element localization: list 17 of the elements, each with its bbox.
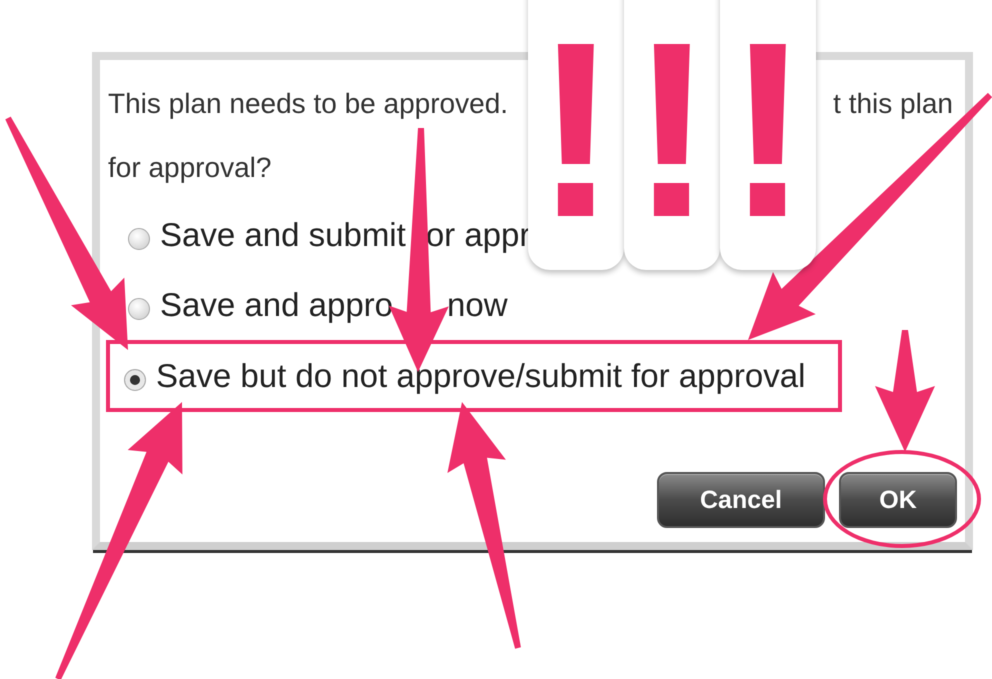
option-label[interactable]: Save and submit xyxy=(160,216,406,254)
radio-button[interactable] xyxy=(128,228,150,250)
message-text: This plan needs to be approved. xyxy=(108,88,508,120)
exclamation-sticker: ! xyxy=(720,0,816,270)
option-label[interactable]: now xyxy=(447,286,508,324)
radio-button[interactable] xyxy=(128,298,150,320)
option-label[interactable]: Save but do not approve/submit for approval xyxy=(156,357,806,395)
dialog-button[interactable]: OK xyxy=(839,472,957,528)
exclamation-sticker: ! xyxy=(624,0,720,270)
option-label[interactable]: Save and appro xyxy=(160,286,394,324)
dialog-button[interactable]: Cancel xyxy=(657,472,825,528)
option-label[interactable]: or appr xyxy=(426,216,530,254)
radio-button[interactable] xyxy=(124,369,146,391)
message-text: for approval? xyxy=(108,152,272,184)
highlighted-option[interactable]: Save but do not approve/submit for approval xyxy=(106,340,842,412)
exclamation-sticker: ! xyxy=(528,0,624,270)
message-text: t this plan xyxy=(833,88,953,120)
